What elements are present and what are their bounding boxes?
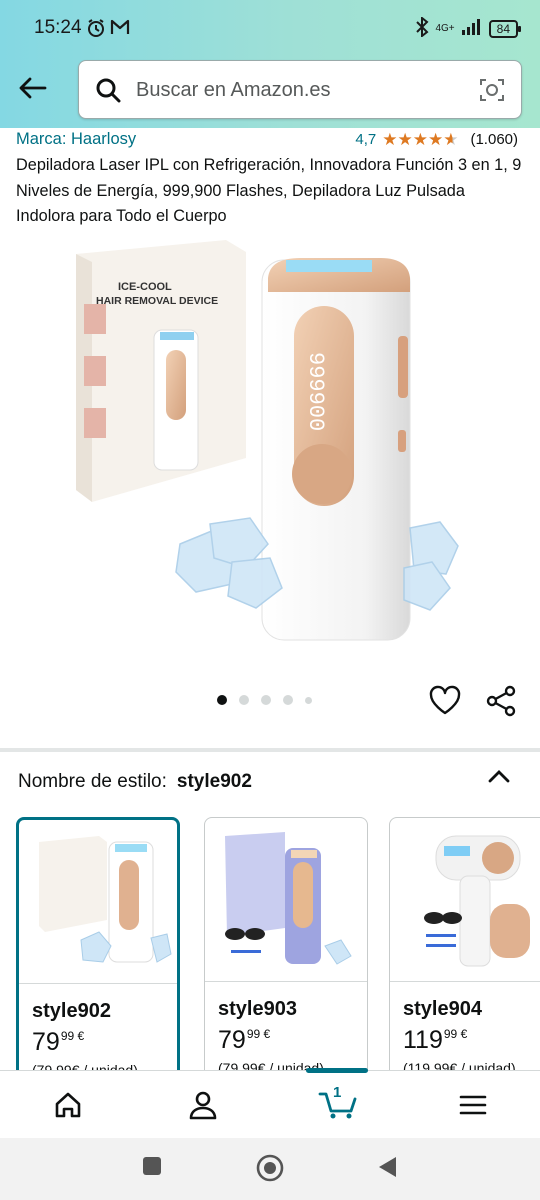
style-label-text: Nombre de estilo: [18,771,167,792]
section-divider [0,748,540,752]
style-option-price: 11999 € [403,1026,467,1055]
bluetooth-icon [415,15,429,40]
price-currency: € [263,1027,271,1041]
collapse-button[interactable] [486,766,512,791]
device-display: 999900 [303,352,328,431]
style-option-price: 7999 € [32,1028,84,1057]
style-option-name: style903 [218,998,297,1020]
style-selected-value: style902 [176,771,252,792]
product-title: Depiladora Laser IPL con Refrigeración, … [16,156,522,225]
back-system-button[interactable] [378,1156,398,1183]
search-icon [95,77,121,108]
camera-search-icon[interactable] [479,77,505,108]
nav-account[interactable] [135,1071,270,1139]
style-option-name: style904 [403,998,482,1020]
mail-icon [110,18,130,41]
triangle-back-icon [379,1157,396,1177]
style-selector-label: Nombre de estilo: style902 [18,771,252,793]
recent-apps-button[interactable] [142,1156,162,1181]
signal-icon [461,18,483,39]
battery-indicator: 84 [488,19,522,38]
price-whole: 79 [218,1026,246,1054]
chevron-up-icon [488,770,510,783]
half-star-icon: ★ [443,130,459,149]
menu-icon [459,1095,486,1115]
share-button[interactable] [484,684,518,723]
rating-value: 4,7 [355,131,377,148]
star-icon: ★ [397,130,413,149]
search-input[interactable]: Buscar en Amazon.es [136,79,331,102]
carousel-dots[interactable] [217,695,312,705]
nav-menu[interactable] [405,1071,540,1139]
rating-stars: ★ ★ ★ ★ ★ [382,131,458,148]
square-icon [143,1157,161,1175]
product-image[interactable]: ICE-COOL HAIR REMOVAL DEVICE 999900 [0,232,540,672]
box-text-line1: ICE-COOL [118,281,172,293]
star-icon: ★ [412,130,428,149]
style-option-name: style902 [32,1000,111,1022]
card-separator [205,981,367,982]
carousel-dot[interactable] [217,695,227,705]
cart-count-badge: 1 [333,1084,342,1101]
style-option-image [205,818,367,981]
home-icon [55,1092,80,1118]
price-whole: 119 [403,1026,443,1054]
carousel-dot[interactable] [283,695,293,705]
card-separator [19,983,177,984]
price-fraction: 99 [60,1029,75,1043]
price-fraction: 99 [246,1027,261,1041]
user-icon [189,1091,216,1120]
card-separator [390,981,540,982]
back-button[interactable] [14,70,50,106]
carousel-dot[interactable] [239,695,249,705]
style-option-unit-price: (79,99€ / unidad) [32,1062,138,1070]
bottom-nav [0,1068,540,1139]
circle-icon [256,1154,284,1182]
star-icon: ★ [427,130,444,149]
style-option-card[interactable]: style903 7999 € (79,99€ / unidad) [204,817,368,1070]
price-currency: € [460,1027,468,1041]
brand-link[interactable]: Marca: Haarlosy [16,130,136,149]
status-bar: 15:24 4G+ 84 [0,0,540,58]
style-option-card[interactable]: style902 7999 € (79,99€ / unidad) [16,817,180,1070]
style-option-image [19,820,177,983]
wishlist-button[interactable] [428,684,462,721]
style-option-price: 7999 € [218,1026,270,1055]
price-whole: 79 [32,1028,60,1056]
rating[interactable]: 4,7 ★ ★ ★ ★ ★ (1.060) [355,131,518,148]
carousel-dot[interactable] [261,695,271,705]
star-icon: ★ [382,130,398,149]
home-system-button[interactable] [256,1154,284,1187]
share-icon [486,685,516,717]
rating-count[interactable]: (1.060) [470,131,518,148]
nav-home[interactable] [0,1071,135,1139]
network-label: 4G+ [435,23,455,34]
alarm-icon [86,18,106,43]
price-fraction: 99 [443,1027,458,1041]
system-nav-bar [0,1138,540,1200]
style-options: style902 7999 € (79,99€ / unidad) style9… [0,815,540,1070]
style-option-image [390,818,540,981]
arrow-left-icon [19,77,47,99]
style-option-unit-price: (119,99€ / unidad) [403,1060,516,1070]
carousel-dot[interactable] [305,696,312,704]
box-text-line2: HAIR REMOVAL DEVICE [96,295,218,307]
search-bar[interactable]: Buscar en Amazon.es [78,60,522,119]
heart-icon [429,685,461,715]
status-time: 15:24 [34,17,82,38]
style-option-card[interactable]: style904 11999 € (119,99€ / unidad) [389,817,540,1070]
price-currency: € [77,1029,85,1043]
nav-cart[interactable] [270,1071,405,1139]
status-right: 4G+ 84 [415,15,522,40]
